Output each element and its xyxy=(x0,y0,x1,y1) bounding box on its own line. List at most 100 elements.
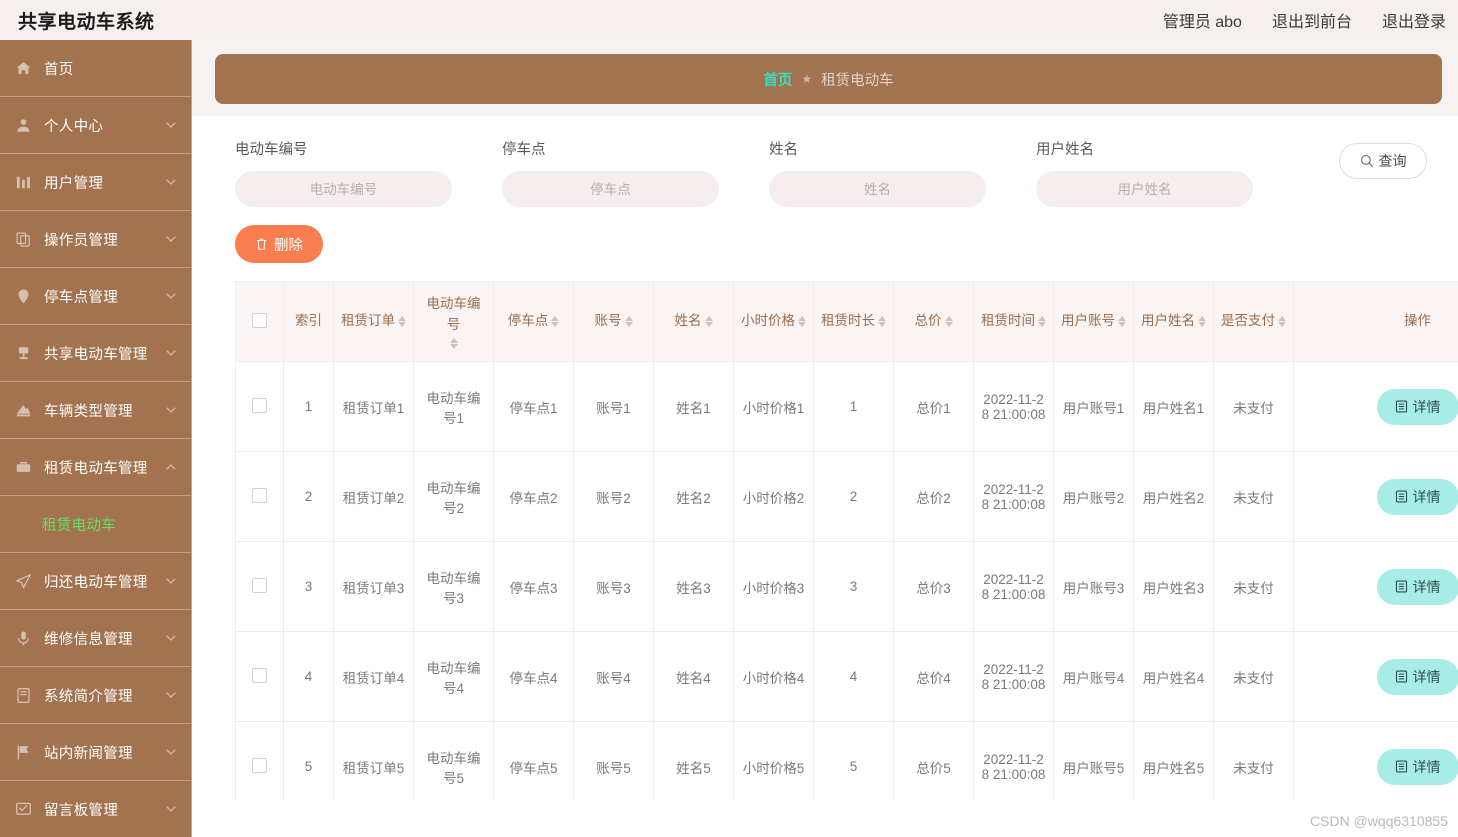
sidebar-item-label: 租赁电动车管理 xyxy=(44,460,148,477)
chevron-down-icon[interactable] xyxy=(165,689,177,701)
row-checkbox[interactable] xyxy=(252,577,267,593)
sidebar-item-12[interactable]: 留言板管理 xyxy=(0,781,191,837)
sidebar-item-1[interactable]: 个人中心 xyxy=(0,97,191,154)
sidebar-item-4[interactable]: 停车点管理 xyxy=(0,268,191,325)
detail-button[interactable]: 详情 xyxy=(1376,388,1458,425)
cell-value: 账号1 xyxy=(596,400,631,416)
column-header-11[interactable]: 用户账号 xyxy=(1053,281,1134,362)
sort-toggle-icon[interactable] xyxy=(798,315,806,327)
sort-toggle-icon[interactable] xyxy=(878,315,886,327)
sidebar-item-3[interactable]: 操作员管理 xyxy=(0,211,191,268)
cell-total: 总价2 xyxy=(893,451,974,542)
column-header-13[interactable]: 是否支付 xyxy=(1213,281,1294,362)
cell-order: 租赁订单3 xyxy=(333,541,414,632)
cell-value: 停车点2 xyxy=(509,490,558,506)
breadcrumb-home[interactable]: 首页 xyxy=(763,69,792,90)
sidebar-item-6[interactable]: 车辆类型管理 xyxy=(0,382,191,439)
sort-toggle-icon[interactable] xyxy=(624,315,633,327)
detail-button-label: 详情 xyxy=(1412,488,1441,505)
cell-hour_price: 小时价格1 xyxy=(733,361,814,452)
chevron-down-icon[interactable] xyxy=(165,575,177,587)
column-header-4[interactable]: 停车点 xyxy=(493,281,574,362)
column-header-2[interactable]: 租赁订单 xyxy=(333,281,414,362)
topnav-logout[interactable]: 退出登录 xyxy=(1382,8,1446,32)
cell-value: 小时价格5 xyxy=(742,760,805,776)
topnav-admin-user[interactable]: 管理员 abo xyxy=(1163,8,1242,32)
column-header-7[interactable]: 小时价格 xyxy=(733,281,814,362)
cell-time: 2022-11-28 21:00:08 xyxy=(973,721,1054,801)
cell-vehicle_no: 电动车编号3 xyxy=(413,541,494,632)
column-header-10[interactable]: 租赁时间 xyxy=(973,281,1054,362)
cell-value: 未支付 xyxy=(1233,580,1274,596)
sort-toggle-icon[interactable] xyxy=(1038,315,1046,327)
detail-button[interactable]: 详情 xyxy=(1376,568,1458,605)
sidebar-item-9[interactable]: 维修信息管理 xyxy=(0,610,191,667)
sidebar-item-2[interactable]: 用户管理 xyxy=(0,154,191,211)
sidebar-item-5[interactable]: 共享电动车管理 xyxy=(0,325,191,382)
cell-value: 停车点4 xyxy=(509,670,558,686)
search-input-user-name[interactable] xyxy=(1036,171,1253,207)
column-header-8[interactable]: 租赁时长 xyxy=(813,281,894,362)
row-checkbox[interactable] xyxy=(252,397,267,413)
cell-value: 2022-11-28 21:00:08 xyxy=(981,661,1046,692)
chevron-down-icon[interactable] xyxy=(165,404,177,416)
table-body: 1 租赁订单1 电动车编号1 停车点1 账号1 姓名1 小时价格1 1 总价1 2022-11-2… xyxy=(235,361,1458,801)
sidebar-item-8[interactable]: 归还电动车管理 xyxy=(0,553,191,610)
column-header-12[interactable]: 用户姓名 xyxy=(1133,281,1214,362)
chevron-down-icon[interactable] xyxy=(165,347,177,359)
sort-toggle-icon[interactable] xyxy=(1278,315,1286,327)
sort-toggle-icon[interactable] xyxy=(704,315,713,327)
cell-order: 租赁订单1 xyxy=(333,361,414,452)
cell-value: 小时价格2 xyxy=(742,490,805,506)
column-header-5[interactable]: 账号 xyxy=(573,281,654,362)
column-header-6[interactable]: 姓名 xyxy=(653,281,734,362)
detail-button[interactable]: 详情 xyxy=(1376,748,1458,785)
search-input-vehicle-no[interactable] xyxy=(235,171,452,207)
sidebar-item-7[interactable]: 租赁电动车管理 xyxy=(0,439,191,496)
chevron-down-icon[interactable] xyxy=(165,119,177,131)
sort-toggle-icon[interactable] xyxy=(1198,315,1206,327)
row-checkbox[interactable] xyxy=(252,757,267,773)
chevron-down-icon[interactable] xyxy=(165,746,177,758)
detail-button[interactable]: 详情 xyxy=(1376,478,1458,515)
sidebar-item-label: 用户管理 xyxy=(44,175,104,192)
cell-hour_price: 小时价格4 xyxy=(733,631,814,722)
cell-value: 3 xyxy=(849,579,858,594)
cell-name: 姓名4 xyxy=(653,631,734,722)
book-icon xyxy=(14,686,32,704)
filter-field-name: 姓名 xyxy=(769,138,1036,207)
sort-toggle-icon[interactable] xyxy=(551,315,560,327)
cell-value: 姓名1 xyxy=(676,400,711,416)
sort-toggle-icon[interactable] xyxy=(944,315,953,327)
chevron-down-icon[interactable] xyxy=(165,290,177,302)
row-checkbox[interactable] xyxy=(252,487,267,503)
cell-value: 总价5 xyxy=(916,760,951,776)
sidebar-item-11[interactable]: 站内新闻管理 xyxy=(0,724,191,781)
chevron-up-icon[interactable] xyxy=(165,461,177,473)
sort-toggle-icon[interactable] xyxy=(449,338,458,350)
chevron-down-icon[interactable] xyxy=(165,632,177,644)
topnav-exit-to-front[interactable]: 退出到前台 xyxy=(1272,8,1352,32)
search-input-name[interactable] xyxy=(769,171,986,207)
chevron-down-icon[interactable] xyxy=(165,803,177,815)
cell-value: 租赁订单1 xyxy=(342,400,405,416)
cell-name: 姓名3 xyxy=(653,541,734,632)
sort-toggle-icon[interactable] xyxy=(1118,315,1126,327)
chevron-down-icon[interactable] xyxy=(165,233,177,245)
column-header-9[interactable]: 总价 xyxy=(893,281,974,362)
sidebar-item-10[interactable]: 系统简介管理 xyxy=(0,667,191,724)
select-all-checkbox[interactable] xyxy=(252,312,267,328)
query-button[interactable]: 查询 xyxy=(1339,143,1427,179)
cell-account: 账号1 xyxy=(573,361,654,452)
sidebar-item-0[interactable]: 首页 xyxy=(0,40,191,97)
table-row: 2 租赁订单2 电动车编号2 停车点2 账号2 姓名2 小时价格2 2 总价2 2022-11-2… xyxy=(235,451,1458,542)
table-row: 1 租赁订单1 电动车编号1 停车点1 账号1 姓名1 小时价格1 1 总价1 2022-11-2… xyxy=(235,361,1458,452)
delete-button[interactable]: 删除 xyxy=(235,225,323,263)
detail-button[interactable]: 详情 xyxy=(1376,658,1458,695)
sidebar-submenu-item-rental[interactable]: 租赁电动车 xyxy=(0,496,191,553)
sort-toggle-icon[interactable] xyxy=(398,315,406,327)
chevron-down-icon[interactable] xyxy=(165,176,177,188)
column-header-3[interactable]: 电动车编号 xyxy=(413,281,494,362)
row-checkbox[interactable] xyxy=(252,667,267,683)
search-input-parking-spot[interactable] xyxy=(502,171,719,207)
